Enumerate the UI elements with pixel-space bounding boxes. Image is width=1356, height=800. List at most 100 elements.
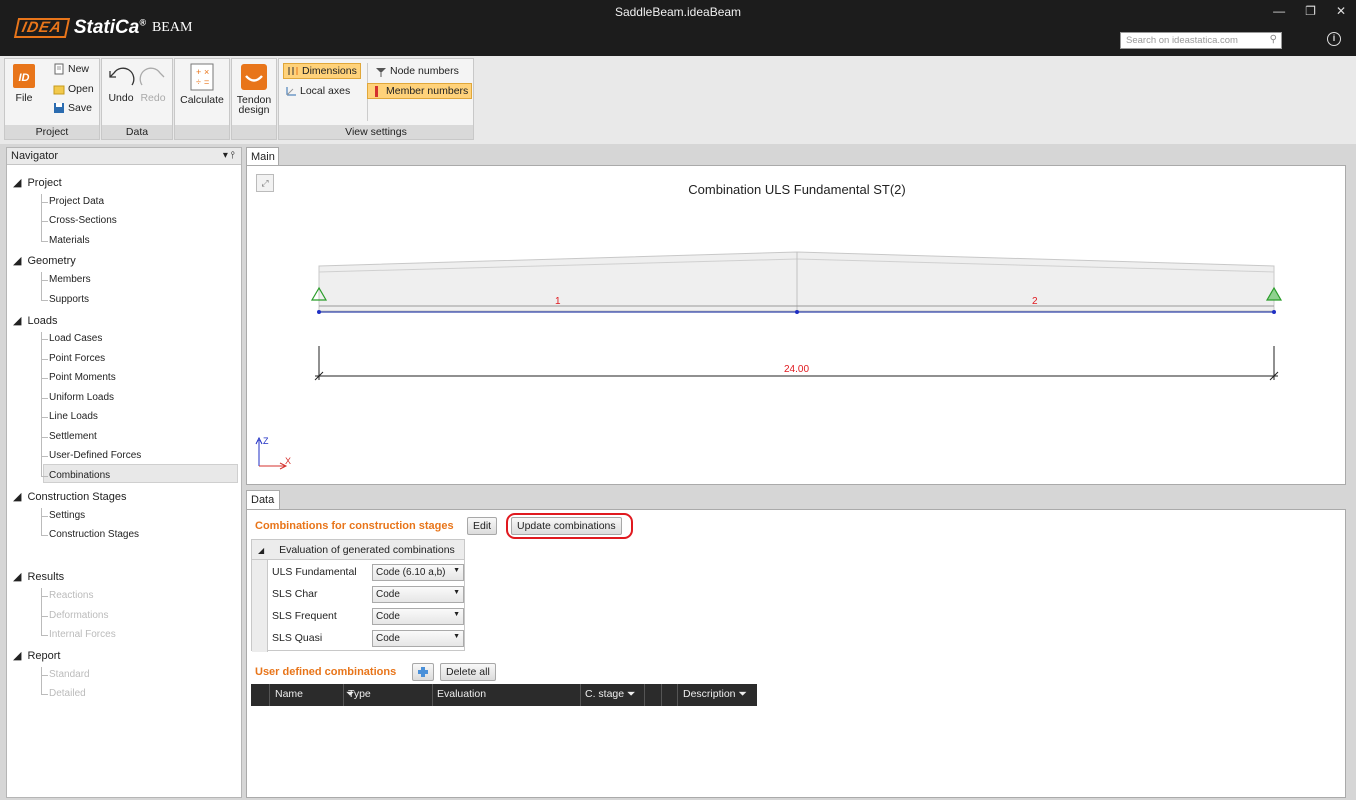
user-combinations-title: User defined combinations [255, 666, 397, 678]
info-icon[interactable]: i [1327, 32, 1341, 46]
nav-item-settings[interactable]: Settings [49, 510, 85, 521]
nav-section-report[interactable]: ◢ Report [13, 649, 61, 663]
title-bar: IDEA StatiCa® BEAM SaddleBeam.ideaBeam —… [0, 0, 1356, 56]
nav-item-load-cases[interactable]: Load Cases [49, 333, 102, 344]
nav-section-construction-stages[interactable]: ◢ Construction Stages [13, 490, 127, 504]
nav-item-detailed: Detailed [49, 688, 86, 699]
nav-item-members[interactable]: Members [49, 274, 91, 285]
local-axes-toggle[interactable]: Local axes [285, 85, 350, 97]
new-button[interactable]: New [53, 63, 89, 75]
tree-branch [41, 516, 48, 517]
redo-button[interactable]: Redo [138, 65, 168, 104]
nav-section-results[interactable]: ◢ Results [13, 570, 64, 584]
tab-data[interactable]: Data [246, 490, 280, 509]
delete-all-button[interactable]: Delete all [440, 663, 496, 681]
tendon-design-button[interactable]: Tendon design [234, 63, 274, 116]
add-combination-button[interactable] [412, 663, 434, 681]
nav-item-cross-sections[interactable]: Cross-Sections [49, 215, 117, 226]
dimensions-label: Dimensions [302, 65, 357, 77]
restore-button[interactable]: ❐ [1305, 4, 1316, 18]
nav-section-label: Loads [27, 314, 58, 327]
collapse-icon: ◢ [13, 255, 22, 267]
axis-x-label: X [285, 456, 292, 466]
tree-branch [41, 241, 48, 242]
col-description[interactable]: Description ⏷ [683, 688, 747, 701]
nav-section-label: Project [27, 176, 62, 189]
file-button[interactable]: ID File [9, 63, 39, 104]
navigator-title: Navigator [11, 150, 59, 162]
search-icon[interactable]: ⚲ [1270, 34, 1277, 45]
nav-item-materials[interactable]: Materials [49, 235, 90, 246]
main-viewport[interactable]: ⤢ Combination ULS Fundamental ST(2) 1 2 … [246, 165, 1346, 485]
edit-button[interactable]: Edit [467, 517, 498, 535]
calculate-button[interactable]: + × ÷ = Calculate [177, 63, 227, 106]
close-button[interactable]: ✕ [1336, 4, 1346, 18]
open-button[interactable]: Open [53, 83, 94, 95]
nav-item-deformations: Deformations [49, 610, 109, 621]
nav-item-supports[interactable]: Supports [49, 294, 89, 305]
undo-button[interactable]: Undo [106, 65, 136, 104]
tab-main[interactable]: Main [246, 147, 279, 165]
eval-select-sls-frequent[interactable]: Code ▼ [372, 608, 464, 625]
tree-branch [41, 398, 48, 399]
window-controls: — ❐ ✕ [1273, 4, 1346, 18]
chevron-down-icon: ▼ [453, 589, 460, 596]
collapse-icon: ◢ [13, 571, 22, 583]
nav-item-construction-stages[interactable]: Construction Stages [49, 529, 139, 540]
svg-text:ID: ID [19, 72, 30, 84]
member-numbers-label: Member numbers [386, 85, 469, 97]
save-button[interactable]: Save [53, 102, 92, 114]
nav-section-project[interactable]: ◢ Project [13, 176, 62, 190]
nav-item-point-forces[interactable]: Point Forces [49, 353, 105, 364]
highlight-annotation [506, 513, 633, 539]
nav-section-loads[interactable]: ◢ Loads [13, 314, 58, 328]
tendon-group: Tendon design [231, 58, 277, 140]
nav-item-line-loads[interactable]: Line Loads [49, 411, 98, 422]
nav-section-label: Geometry [27, 254, 76, 267]
ribbon: ID File New Open Save Project Undo Redo … [0, 56, 1356, 144]
eval-label-sls-frequent: SLS Frequent [272, 610, 337, 622]
svg-text:÷: ÷ [196, 77, 201, 87]
col-evaluation[interactable]: Evaluation [437, 688, 486, 700]
logo-statica: StatiCa® [73, 17, 146, 38]
redo-icon [139, 67, 165, 86]
open-folder-icon [53, 85, 65, 95]
tree-branch [41, 221, 48, 222]
project-group: ID File New Open Save Project [4, 58, 100, 140]
axis-z-label: Z [263, 436, 269, 446]
minimize-button[interactable]: — [1273, 4, 1285, 18]
col-type[interactable]: Type [348, 688, 371, 700]
dimensions-icon [288, 67, 298, 75]
member-numbers-icon [375, 86, 378, 97]
navigator-header: Navigator ▾ ⫯ [7, 148, 241, 165]
eval-select-uls[interactable]: Code (6.10 a,b) ▼ [372, 564, 464, 581]
eval-select-sls-char[interactable]: Code ▼ [372, 586, 464, 603]
idea-statica-logo: IDEA StatiCa® BEAM [13, 17, 193, 39]
navigator-panel: Navigator ▾ ⫯ ◢ Project Project Data Cros… [6, 147, 242, 798]
nav-item-uniform-loads[interactable]: Uniform Loads [49, 392, 114, 403]
dimensions-toggle[interactable]: Dimensions [283, 63, 361, 79]
pin-icon[interactable]: ▾ ⫯ [223, 150, 235, 161]
col-c-stage[interactable]: C. stage ⏷ [585, 688, 635, 701]
user-combinations-table-header: Name ⏷ Type Evaluation C. stage ⏷ Descri… [251, 684, 757, 706]
tree-line [41, 272, 42, 300]
tree-branch [41, 417, 48, 418]
nav-item-combinations[interactable]: Combinations [49, 470, 110, 481]
eval-select-sls-quasi[interactable]: Code ▼ [372, 630, 464, 647]
nav-item-point-moments[interactable]: Point Moments [49, 372, 116, 383]
beam-drawing [255, 251, 1283, 470]
evaluation-header[interactable]: ◢ Evaluation of generated combinations [252, 540, 464, 560]
logo-product: BEAM [151, 20, 193, 35]
nav-item-internal-forces: Internal Forces [49, 629, 116, 640]
filter-icon: ⏷ [627, 688, 636, 700]
tree-branch [41, 675, 48, 676]
nav-item-project-data[interactable]: Project Data [49, 196, 104, 207]
nav-item-settlement[interactable]: Settlement [49, 431, 97, 442]
nav-item-user-defined-forces[interactable]: User-Defined Forces [49, 450, 141, 461]
member-numbers-toggle[interactable]: Member numbers [367, 83, 473, 99]
nav-section-geometry[interactable]: ◢ Geometry [13, 254, 76, 268]
node-numbers-toggle[interactable]: Node numbers [375, 65, 459, 77]
chevron-down-icon: ▼ [453, 567, 460, 574]
eval-label-uls: ULS Fundamental [272, 566, 357, 578]
search-input[interactable]: Search on ideastatica.com ⚲ [1120, 32, 1282, 49]
